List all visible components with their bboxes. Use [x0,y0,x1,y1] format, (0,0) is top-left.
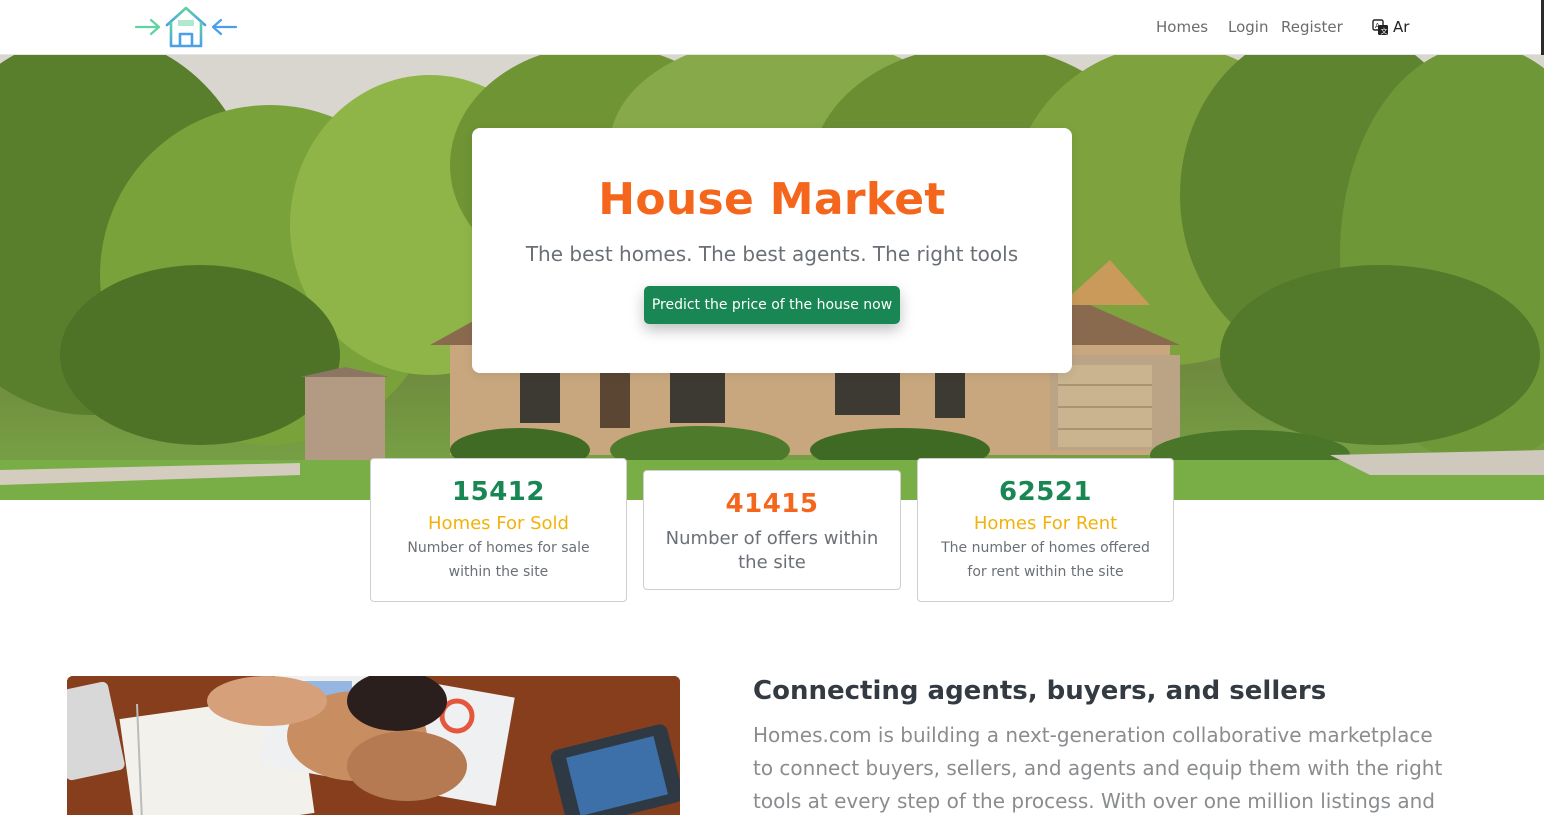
stat-number: 62521 [999,477,1092,507]
translate-icon: A 文 [1372,18,1388,35]
stat-heading: Homes For Rent [973,513,1118,534]
house-logo-icon[interactable] [134,4,238,50]
nav-login-link[interactable]: Login [1228,18,1268,36]
about-title: Connecting agents, buyers, and sellers [753,676,1327,706]
language-label: Ar [1393,18,1410,36]
hero-card: House Market The best homes. The best ag… [472,128,1072,373]
stat-heading: Homes For Sold [428,513,569,534]
hero-subtitle: The best homes. The best agents. The rig… [525,242,1019,266]
stat-card-offers: 41415 Number of offers within the site [643,470,901,590]
stat-description: Number of homes for sale within the site [407,540,590,580]
stat-number: 15412 [452,477,545,507]
agents-handshake-photo [67,676,680,815]
stat-number: 41415 [725,489,819,519]
stat-card-homes-for-rent: 62521 Homes For Rent The number of homes… [917,458,1174,602]
page: Homes Login Register A 文 Ar House Market… [0,0,1544,815]
hero-title: House Market [598,174,946,225]
language-toggle[interactable]: A 文 Ar [1372,18,1409,36]
predict-price-button[interactable]: Predict the price of the house now [644,286,900,324]
hero-banner: House Market The best homes. The best ag… [0,55,1544,500]
nav-register-link[interactable]: Register [1281,18,1343,36]
svg-text:A: A [1375,22,1380,30]
stat-description: The number of homes offered for rent wit… [941,540,1150,580]
nav-homes-link[interactable]: Homes [1156,18,1208,36]
stat-description: Number of offers within the site [665,528,879,573]
svg-text:文: 文 [1381,26,1388,35]
stat-card-homes-for-sold: 15412 Homes For Sold Number of homes for… [370,458,627,602]
navbar: Homes Login Register A 文 Ar [0,0,1544,55]
about-text: Homes.com is building a next-generation … [753,723,1443,813]
